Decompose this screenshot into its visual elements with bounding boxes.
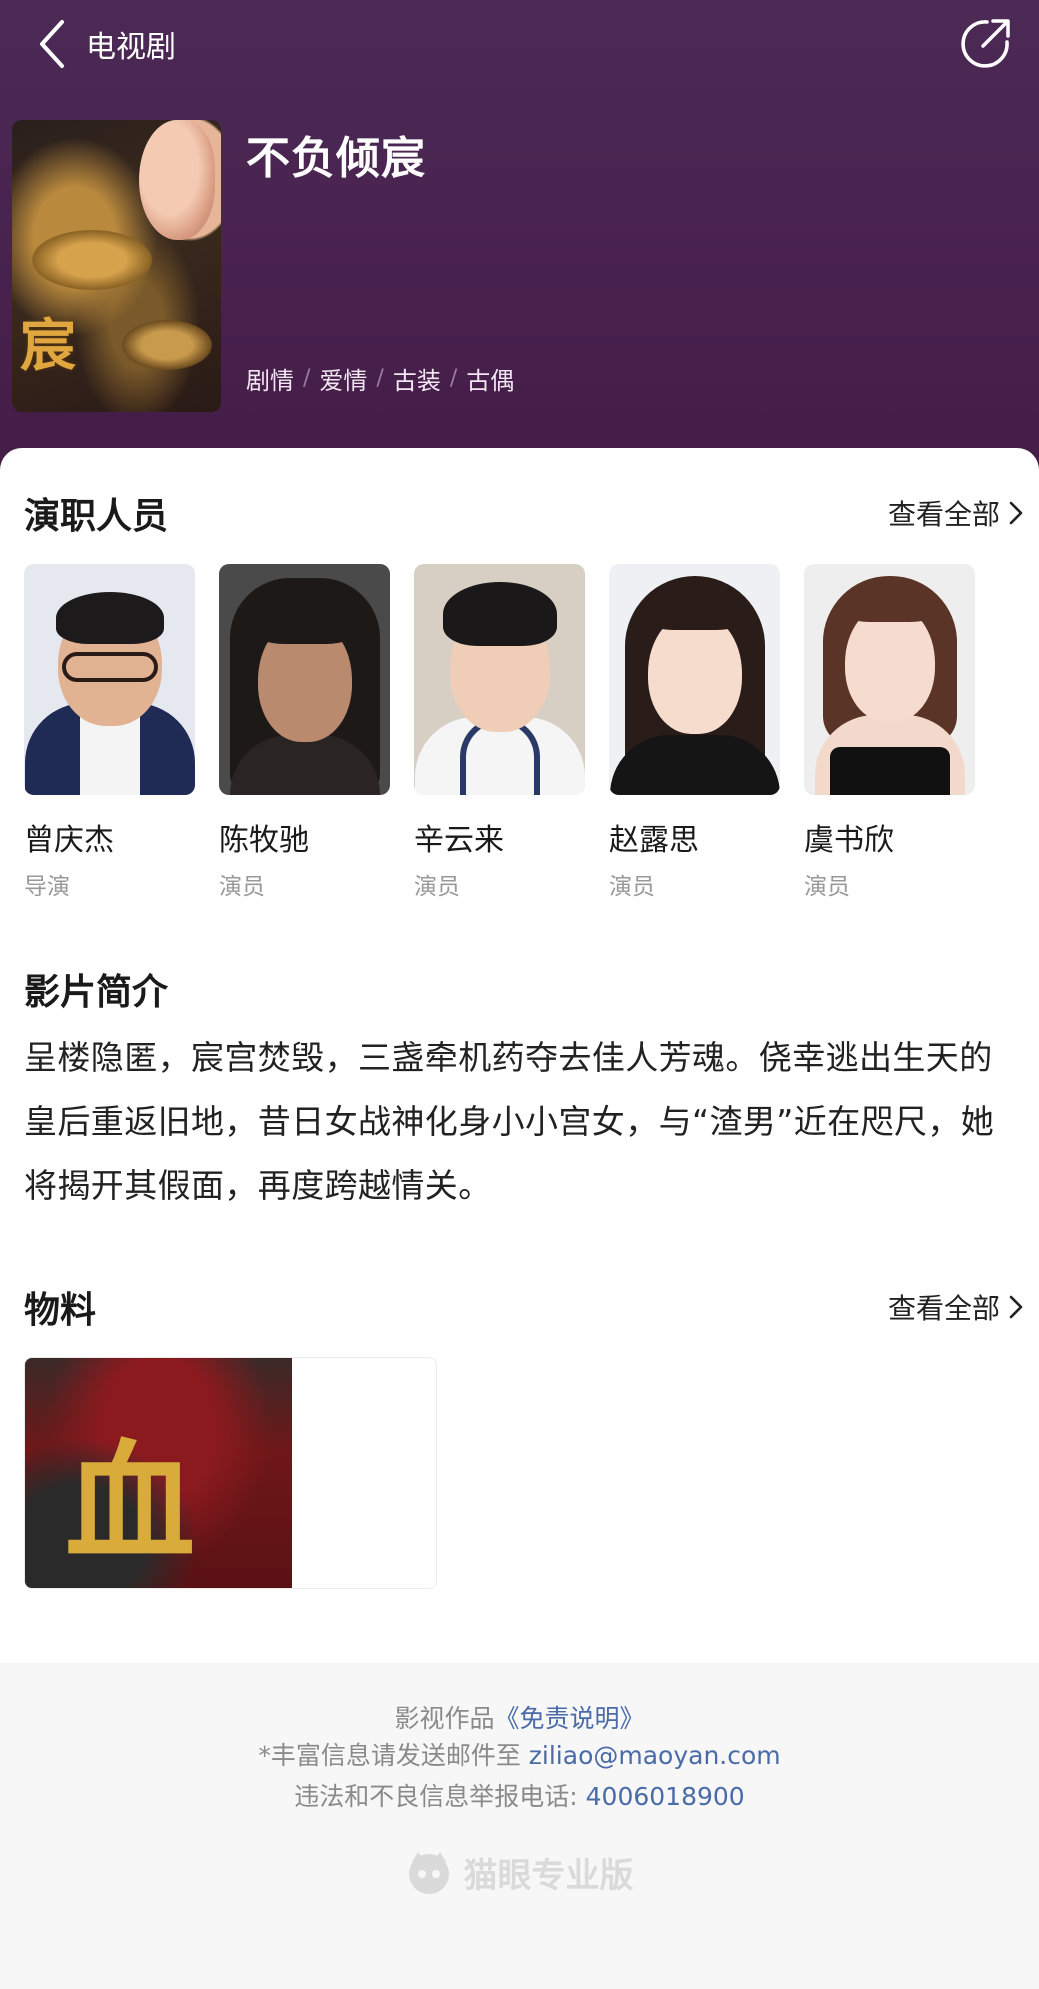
media-see-all-link[interactable]: 查看全部: [888, 1287, 1024, 1327]
synopsis-section-title: 影片简介: [24, 972, 169, 1013]
page: 电视剧 宸 不负倾宸 剧情 / 爱情 / 古装 / 古偶 演职人员 查看全部 曾…: [0, 0, 1039, 1989]
poster-ornament: [32, 230, 152, 290]
cast-section-title: 演职人员: [24, 496, 169, 537]
cast-photo: [414, 564, 585, 795]
cast-list: 曾庆杰 导演 陈牧驰 演员 辛云来 演员 赵露思 演员 虞书欣 演员: [24, 564, 1024, 904]
media-section-title: 物料: [24, 1290, 97, 1331]
cast-name: 虞书欣: [804, 823, 894, 858]
cast-role: 演员: [609, 874, 655, 900]
genre-tag: 剧情: [246, 367, 294, 395]
header-banner: 电视剧 宸 不负倾宸 剧情 / 爱情 / 古装 / 古偶: [0, 0, 1039, 470]
email-link[interactable]: ziliao@maoyan.com: [529, 1741, 781, 1770]
genre-list: 剧情 / 爱情 / 古装 / 古偶: [246, 361, 514, 396]
chevron-right-icon: [1009, 501, 1023, 525]
cast-photo: [804, 564, 975, 795]
media-image: 血: [25, 1358, 292, 1588]
genre-separator: /: [303, 366, 311, 391]
genre-tag: 古装: [392, 367, 441, 395]
cast-see-all-link[interactable]: 查看全部: [888, 493, 1024, 533]
footer-report-line: 违法和不良信息举报电话: 4006018900: [0, 1777, 1039, 1813]
disclaimer-prefix: 影视作品: [394, 1704, 495, 1733]
nav-title: 电视剧: [86, 30, 176, 65]
genre-separator: /: [376, 366, 384, 391]
cast-card[interactable]: 赵露思 演员: [609, 564, 780, 901]
cast-name: 陈牧驰: [219, 823, 309, 858]
cast-card[interactable]: 辛云来 演员: [414, 564, 585, 901]
chevron-left-icon: [40, 20, 64, 68]
cast-card[interactable]: 曾庆杰 导演: [24, 564, 195, 901]
see-all-label: 查看全部: [887, 1292, 1000, 1325]
show-title: 不负倾宸: [246, 133, 426, 184]
cast-photo: [24, 564, 195, 795]
genre-separator: /: [449, 366, 458, 391]
cast-role: 演员: [414, 874, 460, 900]
genre-tag: 古偶: [466, 367, 515, 395]
cast-photo: [219, 564, 390, 795]
cast-role: 演员: [219, 874, 265, 900]
cast-role: 演员: [804, 874, 850, 900]
cast-card[interactable]: 虞书欣 演员: [804, 564, 975, 901]
footer-disclaimer: 影视作品《免责说明》: [0, 1699, 1039, 1735]
cast-name: 赵露思: [609, 823, 699, 858]
cast-role: 导演: [24, 874, 70, 900]
poster-title-char: 宸: [20, 313, 76, 379]
top-nav: 电视剧: [0, 0, 1039, 90]
footer-email-line: *丰富信息请发送邮件至 ziliao@maoyan.com: [0, 1736, 1039, 1772]
share-button[interactable]: [957, 16, 1013, 72]
cast-name: 辛云来: [414, 823, 504, 858]
cast-name: 曾庆杰: [24, 823, 114, 858]
synopsis-section-header: 影片简介: [24, 962, 1024, 1016]
report-prefix: 违法和不良信息举报电话:: [294, 1782, 586, 1811]
brand-name: 猫眼专业版: [463, 1856, 634, 1896]
media-section-header: 物料 查看全部: [24, 1280, 1024, 1334]
cast-section-header: 演职人员 查看全部: [24, 486, 1024, 540]
back-button[interactable]: 电视剧: [36, 14, 236, 74]
show-poster[interactable]: 宸: [12, 120, 221, 412]
poster-ornament: [122, 320, 212, 370]
chevron-right-icon: [1009, 1295, 1023, 1319]
poster-art: [139, 120, 215, 240]
genre-tag: 爱情: [319, 367, 368, 395]
brand-logo: 猫眼专业版: [0, 1848, 1039, 1897]
email-prefix: *丰富信息请发送邮件至: [258, 1741, 529, 1770]
cast-photo: [609, 564, 780, 795]
share-icon: [961, 19, 1010, 68]
media-title-glyph: 血: [65, 1426, 196, 1579]
synopsis-text: 呈楼隐匿，宸宫焚毁，三盏牵机药夺去佳人芳魂。侥幸逃出生天的皇后重返旧地，昔日女战…: [24, 1038, 995, 1205]
disclaimer-link[interactable]: 《免责说明》: [495, 1704, 645, 1733]
cat-eye-logo-icon: [408, 1851, 449, 1894]
see-all-label: 查看全部: [887, 498, 1000, 531]
report-phone-link[interactable]: 4006018900: [586, 1782, 745, 1811]
media-thumbnail[interactable]: 血: [24, 1357, 437, 1589]
footer: 影视作品《免责说明》 *丰富信息请发送邮件至 ziliao@maoyan.com…: [0, 1663, 1039, 1989]
cast-card[interactable]: 陈牧驰 演员: [219, 564, 390, 901]
